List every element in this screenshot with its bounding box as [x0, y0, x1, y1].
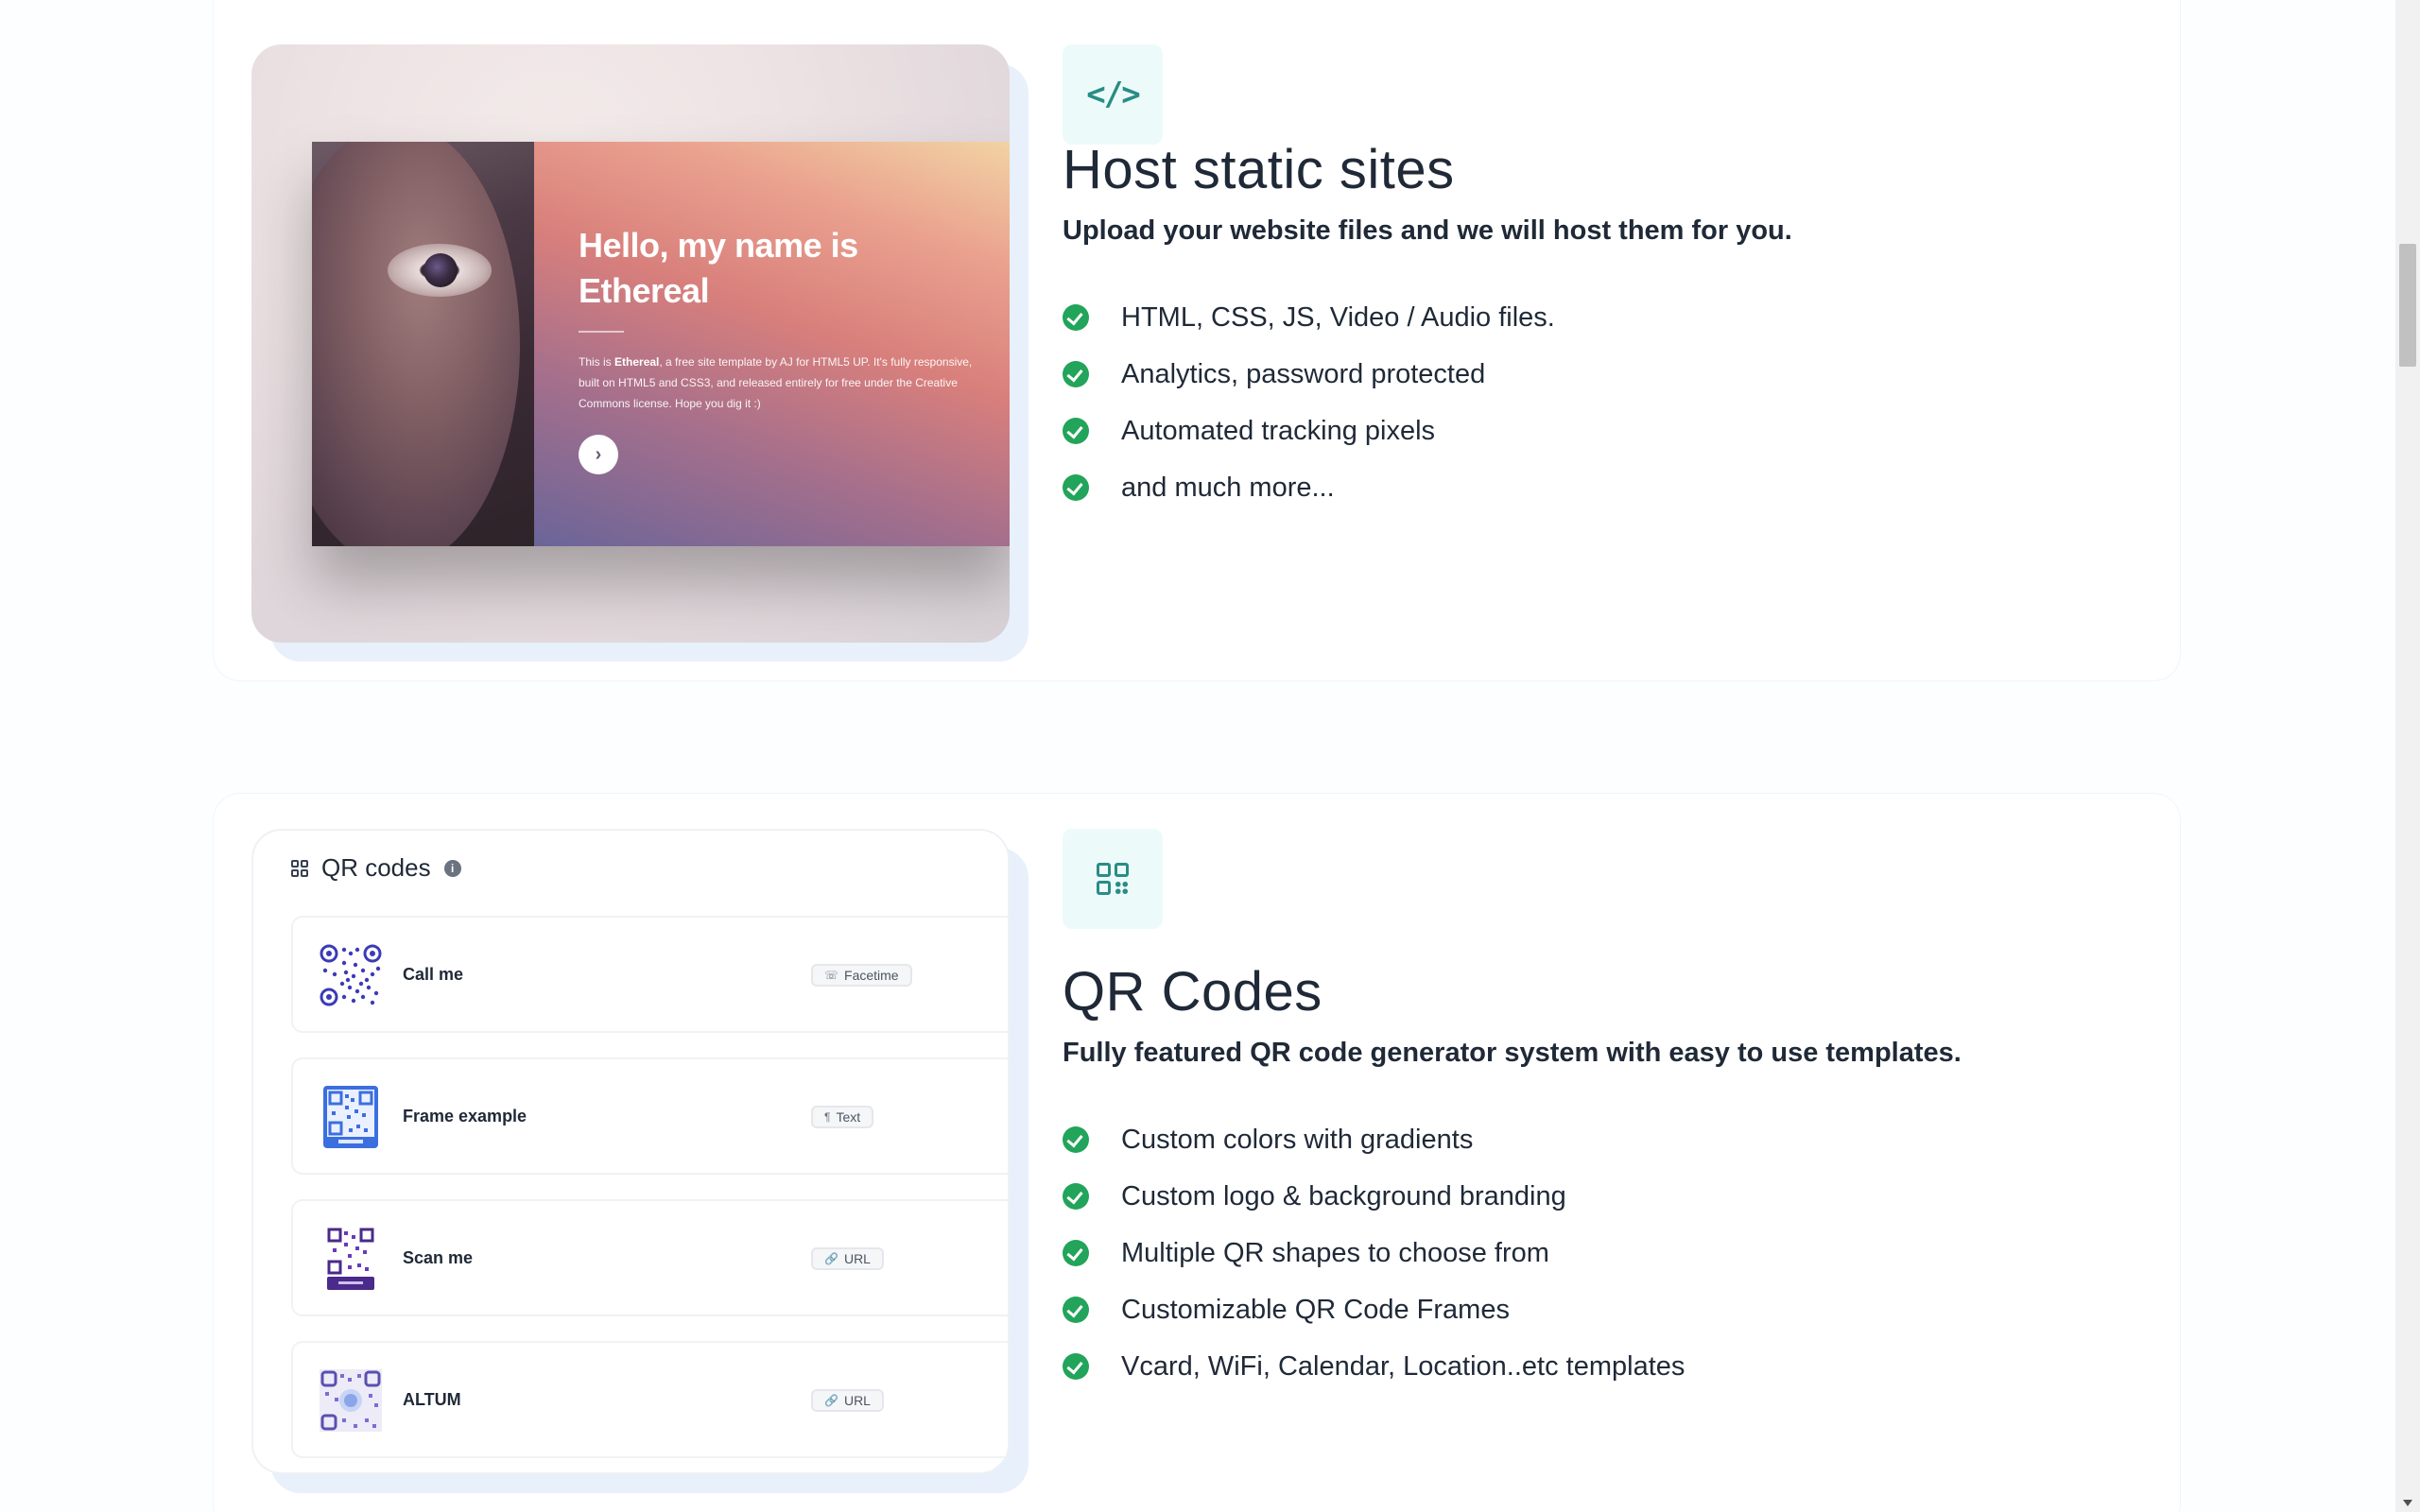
feature-label: HTML, CSS, JS, Video / Audio files. — [1121, 301, 1555, 333]
paragraph-icon: ¶ — [824, 1110, 831, 1124]
link-icon: 🔗 — [824, 1394, 838, 1407]
check-circle-icon — [1063, 304, 1089, 331]
qr-item-name: Frame example — [403, 1107, 527, 1125]
code-icon: </> — [1086, 76, 1140, 113]
portrait-face — [312, 142, 520, 546]
qr-list-item: Call me ☏ Facetime — [291, 916, 1008, 1033]
qr-type-label: URL — [843, 1251, 871, 1266]
ethereal-template-screenshot: Hello, my name is Ethereal This is Ether… — [312, 142, 1010, 546]
portrait-pupil — [424, 253, 458, 287]
section-subheading: Fully featured QR code generator system … — [1063, 1038, 1962, 1068]
qr-code-thumbnail — [320, 1086, 382, 1148]
qr-list-item: ALTUM 🔗 URL — [291, 1341, 1008, 1458]
check-circle-icon — [1063, 1183, 1089, 1210]
code-icon-tile: </> — [1063, 44, 1163, 145]
qr-item-name: Call me — [403, 965, 464, 984]
qr-codes-preview: QR codes i Call me ☏ Facetime Frame exam… — [251, 829, 1010, 1474]
qr-code-thumbnail — [320, 944, 382, 1006]
link-icon: 🔗 — [824, 1252, 838, 1265]
feature-item: HTML, CSS, JS, Video / Audio files. — [1063, 289, 1555, 346]
check-circle-icon — [1063, 1240, 1089, 1266]
section-heading: QR Codes — [1063, 961, 1322, 1022]
next-arrow-button: › — [579, 435, 618, 474]
qr-type-badge: 🔗 URL — [811, 1247, 884, 1270]
check-circle-icon — [1063, 1353, 1089, 1380]
check-circle-icon — [1063, 418, 1089, 444]
qr-type-label: Facetime — [844, 968, 899, 983]
vertical-scrollbar[interactable] — [2395, 0, 2420, 1512]
hero-desc-name: Ethereal — [614, 355, 660, 369]
qr-preview-header: QR codes i — [291, 853, 461, 883]
qr-grid-icon — [291, 859, 308, 877]
hero-panel: Hello, my name is Ethereal This is Ether… — [534, 142, 1010, 546]
section-heading: Host static sites — [1063, 139, 1455, 200]
phone-icon: ☏ — [824, 969, 839, 982]
check-circle-icon — [1063, 1297, 1089, 1323]
scrollbar-thumb[interactable] — [2399, 244, 2416, 367]
feature-label: Vcard, WiFi, Calendar, Location..etc tem… — [1121, 1350, 1685, 1382]
feature-item: Multiple QR shapes to choose from — [1063, 1225, 1685, 1281]
portrait-photo — [312, 142, 534, 546]
feature-item: Automated tracking pixels — [1063, 403, 1555, 459]
qr-type-badge: ¶ Text — [811, 1106, 874, 1128]
static-site-preview: Hello, my name is Ethereal This is Ether… — [251, 44, 1010, 643]
feature-label: Custom logo & background branding — [1121, 1180, 1566, 1211]
feature-section-qr-codes: QR codes i Call me ☏ Facetime Frame exam… — [214, 794, 2180, 1512]
feature-item: Custom colors with gradients — [1063, 1111, 1685, 1168]
qr-preview-title: QR codes — [321, 853, 431, 882]
feature-section-static-sites: Hello, my name is Ethereal This is Ether… — [214, 0, 2180, 680]
check-circle-icon — [1063, 1126, 1089, 1153]
feature-item: Custom logo & background branding — [1063, 1168, 1685, 1225]
feature-item: Customizable QR Code Frames — [1063, 1281, 1685, 1338]
feature-label: and much more... — [1121, 472, 1335, 503]
qr-list-item: Frame example ¶ Text — [291, 1057, 1008, 1175]
qr-type-badge: 🔗 URL — [811, 1389, 884, 1412]
feature-label: Analytics, password protected — [1121, 358, 1486, 389]
qr-type-label: Text — [836, 1109, 861, 1125]
hero-divider — [579, 331, 624, 333]
feature-label: Multiple QR shapes to choose from — [1121, 1237, 1549, 1268]
page: Hello, my name is Ethereal This is Ether… — [0, 0, 2420, 1512]
qr-type-label: URL — [843, 1393, 871, 1408]
check-circle-icon — [1063, 361, 1089, 387]
feature-label: Customizable QR Code Frames — [1121, 1294, 1510, 1325]
qr-list-item: Scan me 🔗 URL — [291, 1199, 1008, 1316]
feature-label: Custom colors with gradients — [1121, 1124, 1474, 1155]
qr-type-badge: ☏ Facetime — [811, 964, 912, 987]
feature-item: Analytics, password protected — [1063, 346, 1555, 403]
feature-list: Custom colors with gradients Custom logo… — [1063, 1111, 1685, 1395]
feature-label: Automated tracking pixels — [1121, 415, 1436, 446]
feature-item: and much more... — [1063, 459, 1555, 516]
check-circle-icon — [1063, 474, 1089, 501]
qr-icon-tile — [1063, 829, 1163, 929]
hero-description: This is Ethereal, a free site template b… — [579, 352, 976, 414]
feature-item: Vcard, WiFi, Calendar, Location..etc tem… — [1063, 1338, 1685, 1395]
section-subheading: Upload your website files and we will ho… — [1063, 215, 1792, 246]
qr-code-thumbnail — [320, 1369, 382, 1432]
feature-list: HTML, CSS, JS, Video / Audio files. Anal… — [1063, 289, 1555, 516]
qr-item-name: Scan me — [403, 1248, 474, 1267]
hero-desc-lead: This is — [579, 355, 615, 369]
qr-code-icon — [1097, 863, 1129, 895]
qr-item-name: ALTUM — [403, 1390, 461, 1409]
hero-title: Hello, my name is Ethereal — [579, 226, 858, 310]
qr-code-thumbnail — [320, 1228, 382, 1290]
info-icon: i — [443, 859, 461, 877]
scroll-down-arrow-icon[interactable] — [2403, 1500, 2412, 1506]
